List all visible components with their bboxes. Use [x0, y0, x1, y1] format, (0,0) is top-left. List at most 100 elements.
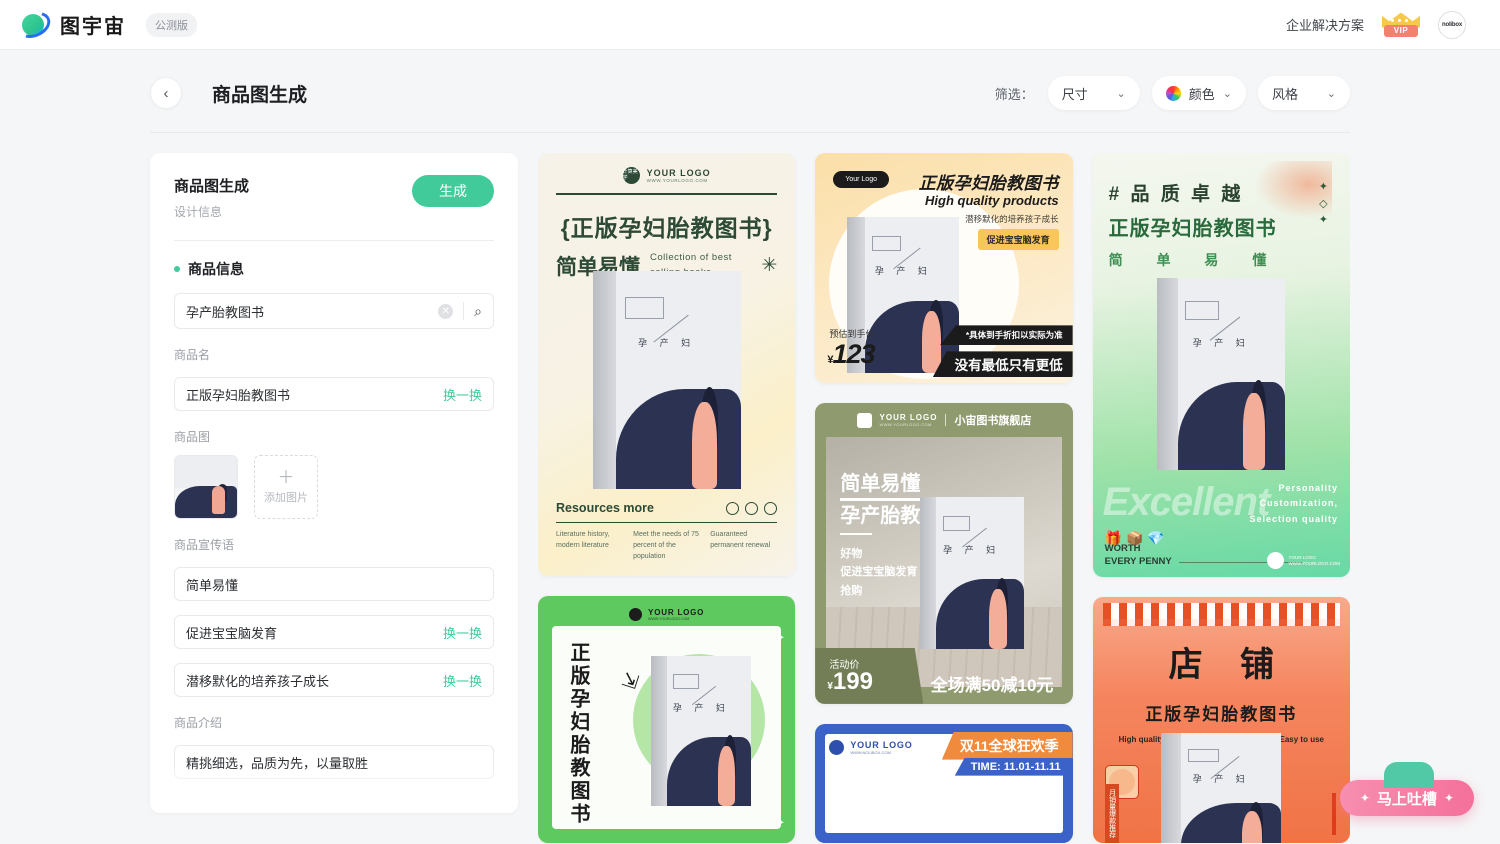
card1-footer-col-3: Guaranteed permanent renewal: [710, 531, 771, 550]
search-input-value: 孕产胎教图书: [186, 304, 265, 320]
enterprise-solutions-link[interactable]: 企业解决方案: [1286, 15, 1364, 34]
design-info-panel: 商品图生成 设计信息 生成 商品信息 孕产胎教图书 ✕ ⌕ 商品名 正版孕妇胎教…: [150, 153, 518, 813]
card6-english: Personality Customization, Selection qua…: [1249, 483, 1338, 524]
sparkle-icon: ✦: [774, 629, 786, 645]
section-product-info-label: 商品信息: [188, 261, 244, 277]
filter-style-select[interactable]: 风格 ⌄: [1258, 76, 1350, 110]
sparkle-icon: ✦ ◇ ✦: [1318, 181, 1328, 226]
search-icon[interactable]: ⌕: [474, 303, 482, 320]
slogan-field-1[interactable]: 简单易懂: [174, 567, 494, 601]
card7-subtitle: 正版孕妇胎教图书: [1145, 705, 1298, 724]
add-image-label: 添加图片: [264, 492, 308, 504]
feedback-label: 马上吐槽: [1376, 790, 1437, 808]
back-button[interactable]: ‹: [150, 77, 182, 109]
logo-mark-icon: [1267, 552, 1285, 569]
product-image-thumbnail[interactable]: [174, 455, 238, 519]
vip-crown-icon[interactable]: VIP: [1382, 12, 1420, 37]
sparkle-icon: ✦: [1443, 791, 1454, 805]
color-wheel-icon: [1165, 85, 1181, 101]
card2-price: 123: [832, 339, 875, 370]
section-product-info: 商品信息: [174, 259, 494, 279]
filter-bar: 筛选： 尺寸 ⌄ 颜色 ⌄ 风格 ⌄: [995, 76, 1350, 110]
avatar[interactable]: nolibox: [1438, 10, 1466, 39]
gallery-column-2: Your Logo 正版孕妇胎教图书 High quality products…: [815, 153, 1073, 843]
card4-time: TIME: 11.01-11.11: [954, 757, 1073, 776]
gallery-column-3: ✦ ◇ ✦ # 品 质 卓 越 正版孕妇胎教图书 简 单 易 懂 孕 产 妇 E…: [1092, 153, 1350, 843]
brand-name: 图宇宙: [60, 16, 126, 38]
card1-book-image: 孕 产 妇: [592, 271, 741, 489]
design-card-5[interactable]: YOUR LOGO WWW.YOURLOGO.COM 正版孕妇胎教图书 ⇲ 孕 …: [538, 595, 796, 843]
card2-book-title: 孕 产 妇: [874, 265, 932, 276]
product-image-label: 商品图: [174, 430, 211, 444]
search-input[interactable]: 孕产胎教图书 ✕ ⌕: [174, 293, 494, 329]
filter-color-select[interactable]: 颜色 ⌄: [1151, 76, 1246, 110]
card6-subtitle: 简 单 易 懂: [1108, 252, 1282, 268]
add-image-button[interactable]: ＋ 添加图片: [254, 455, 318, 519]
card6-logo-sub: WWW.YOURLOGO.COM: [1288, 560, 1340, 566]
sparkle-icon: ✦: [1359, 791, 1370, 805]
card1-logo-title: YOUR LOGO: [646, 168, 711, 178]
card3-book-image: 孕 产 妇: [919, 497, 1024, 650]
star-icon: ✳: [761, 255, 778, 276]
card7-book-image: 孕 产 妇: [1161, 733, 1282, 843]
section-business-info[interactable]: 商务信息: [174, 801, 494, 813]
arrow-icon: ⇲: [619, 668, 641, 694]
clear-icon[interactable]: ✕: [438, 303, 454, 319]
chevron-down-icon: ⌄: [1116, 87, 1126, 100]
planet-logo-icon: [13, 6, 55, 43]
design-card-2[interactable]: Your Logo 正版孕妇胎教图书 High quality products…: [815, 153, 1073, 384]
card3-logo-sub: WWW.YOURLOGO.COM: [879, 422, 932, 428]
card4-logo-title: YOUR LOGO: [850, 739, 913, 750]
generate-button[interactable]: 生成: [412, 175, 494, 207]
top-bar: 图宇宙 公测版 企业解决方案 VIP nolibox: [0, 0, 1500, 50]
swap-product-name-link[interactable]: 换一换: [443, 385, 482, 404]
design-card-4[interactable]: YOUR LOGO WWW.NOLIBOX.COM 双11全球狂欢季 TIME:…: [815, 723, 1073, 843]
logo-mark-icon: [856, 412, 872, 428]
logo[interactable]: 图宇宙 公测版: [13, 6, 197, 43]
product-name-field[interactable]: 正版孕妇胎教图书 换一换: [174, 377, 494, 411]
section-dot-icon: [174, 808, 180, 813]
slogan-label: 商品宣传语: [174, 538, 235, 552]
swap-slogan-3-link[interactable]: 换一换: [443, 671, 482, 690]
design-card-6[interactable]: ✦ ◇ ✦ # 品 质 卓 越 正版孕妇胎教图书 简 单 易 懂 孕 产 妇 E…: [1092, 153, 1350, 577]
plus-icon: ＋: [277, 468, 295, 487]
card5-logo-title: YOUR LOGO: [648, 608, 705, 618]
card3-shop-name: 小宙图书旗舰店: [954, 415, 1032, 428]
logo-mark-icon: [629, 608, 643, 622]
slogan-value-3: 潜移默化的培养孩子成长: [186, 673, 330, 689]
feedback-button[interactable]: ✦ 马上吐槽 ✦: [1339, 762, 1474, 816]
filter-style-label: 风格: [1272, 86, 1299, 102]
section-dot-icon: [174, 266, 180, 272]
card1-logo-sub: WWW.YOURLOGO.COM: [646, 178, 708, 183]
card2-note: *具体到手折扣以实际为准: [939, 325, 1073, 346]
design-card-3[interactable]: YOUR LOGO WWW.YOURLOGO.COM 小宙图书旗舰店 简单易懂 …: [815, 403, 1073, 704]
card1-footer-title: Resources more: [556, 501, 654, 516]
filter-size-label: 尺寸: [1061, 86, 1088, 102]
card2-logo: Your Logo: [833, 171, 889, 188]
intro-field[interactable]: 精挑细选，品质为先，以量取胜: [174, 745, 494, 779]
card1-footer-icons: [726, 501, 778, 515]
vip-label: VIP: [1384, 24, 1418, 37]
card6-book-image: 孕 产 妇: [1157, 278, 1286, 470]
card1-book-title: 孕 产 妇: [638, 338, 696, 349]
card4-ribbon: 双11全球狂欢季: [941, 731, 1073, 760]
slogan-value-1: 简单易懂: [186, 577, 239, 593]
card3-book-title: 孕 产 妇: [943, 544, 1001, 555]
filter-size-select[interactable]: 尺寸 ⌄: [1047, 76, 1140, 110]
divider: [463, 302, 465, 320]
card3-title-1: 简单易懂: [840, 467, 921, 502]
slogan-field-3[interactable]: 潜移默化的培养孩子成长 换一换: [174, 663, 494, 697]
card2-pill: 促进宝宝脑发育: [977, 229, 1059, 250]
filter-color-label: 颜色: [1188, 86, 1215, 102]
chevron-left-icon: ‹: [163, 84, 169, 102]
sparkle-icon: ✦: [774, 815, 786, 830]
card6-worth-text: WORTH EVERY PENNY: [1104, 543, 1172, 568]
design-card-7[interactable]: 店 铺 正版孕妇胎教图书 High quality Practical Easy…: [1092, 597, 1350, 843]
swap-slogan-2-link[interactable]: 换一换: [443, 623, 482, 642]
card3-bullets: 好物 促进宝宝脑发育 抢购: [840, 548, 918, 597]
card2-title: 正版孕妇胎教图书: [918, 174, 1059, 193]
card7-english-3: Easy to use: [1279, 735, 1324, 744]
page-body: ‹ 商品图生成 筛选： 尺寸 ⌄ 颜色 ⌄ 风格 ⌄ 商品图生成 设计信息 生成…: [0, 50, 1500, 844]
slogan-field-2[interactable]: 促进宝宝脑发育 换一换: [174, 615, 494, 649]
design-card-1[interactable]: 计算美学 YOUR LOGO WWW.YOURLOGO.COM {正版孕妇胎教图…: [538, 153, 796, 576]
